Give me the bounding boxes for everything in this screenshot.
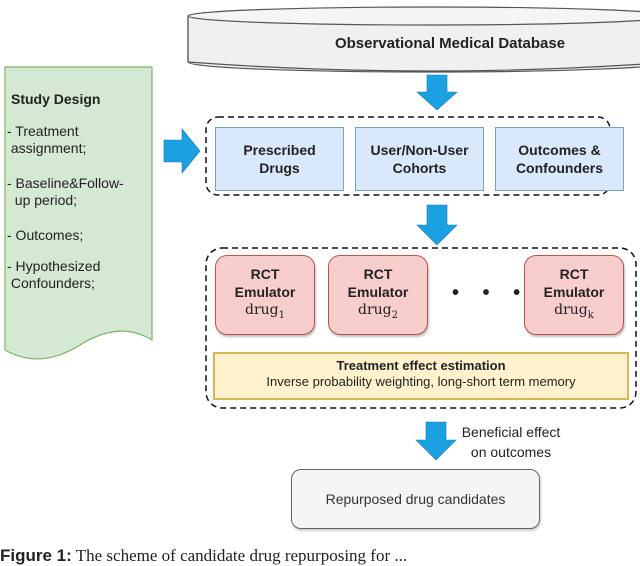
ellipsis: • • • [452, 282, 530, 304]
caption-text: The scheme of candidate drug repurposing… [75, 546, 408, 565]
rct-emulator-box: RCT Emulator drug2 [328, 255, 428, 335]
drug-index: 1 [278, 309, 285, 321]
figure-caption: Figure 1: The scheme of candidate drug r… [0, 546, 407, 566]
drug-index: k [587, 309, 594, 321]
outcomes-confounders-box: Outcomes & Confounders [495, 127, 624, 191]
drug-label: drug [357, 302, 392, 319]
prescribed-drugs-box: Prescribed Drugs [215, 127, 344, 191]
drug-index: 2 [391, 309, 398, 321]
rct-emulator-title: RCT Emulator [234, 266, 296, 301]
rct-emulator-title: RCT Emulator [347, 266, 409, 301]
study-design-item: - Hypothesized Confounders; [7, 258, 101, 291]
beneficial-effect-label: Beneficial effect on outcomes [461, 424, 561, 460]
treatment-effect-methods: Inverse probability weighting, long-shor… [266, 374, 576, 389]
study-design-panel [4, 66, 153, 360]
treatment-effect-box: Treatment effect estimation Inverse prob… [213, 352, 629, 400]
study-design-item: - Treatment assignment; [7, 123, 87, 156]
arrow-right-study [163, 128, 201, 174]
study-design-item: - Baseline&Follow- up period; [7, 175, 124, 208]
drug-label: drug [554, 302, 588, 319]
treatment-effect-title: Treatment effect estimation [336, 358, 506, 373]
arrow-down-1 [416, 74, 458, 111]
rct-emulator-title: RCT Emulator [543, 266, 605, 301]
cohorts-box: User/Non-User Cohorts [355, 127, 484, 191]
rct-emulator-box: RCT Emulator drug1 [215, 255, 315, 335]
arrow-down-2 [416, 204, 458, 246]
study-design-title: Study Design [11, 91, 101, 107]
rct-emulator-box: RCT Emulator drugk [524, 255, 624, 335]
repurposed-candidates-box: Repurposed drug candidates [291, 469, 540, 529]
caption-prefix: Figure 1: [0, 546, 72, 565]
drug-label: drug [244, 302, 279, 319]
database-label: Observational Medical Database [334, 35, 566, 52]
study-design-item: - Outcomes; [7, 227, 84, 243]
